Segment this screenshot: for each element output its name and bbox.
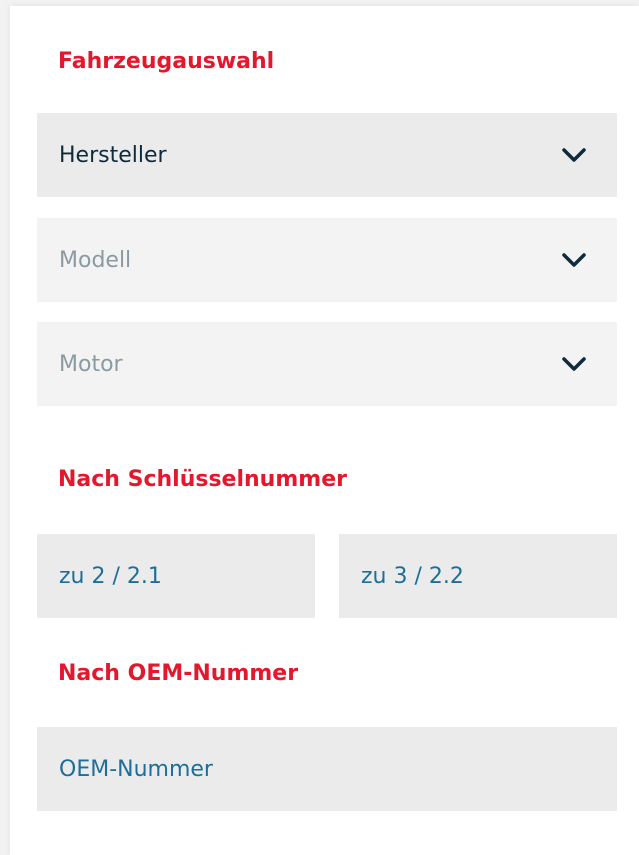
- key-number-field-3-2-placeholder: zu 3 / 2.2: [361, 563, 464, 589]
- chevron-down-icon: [562, 357, 586, 371]
- vehicle-search-panel: Fahrzeugauswahl Hersteller Modell Motor …: [10, 6, 639, 855]
- key-number-field-2-1-placeholder: zu 2 / 2.1: [59, 563, 162, 589]
- oem-number-title: Nach OEM-Nummer: [58, 661, 299, 686]
- key-number-title: Nach Schlüsselnummer: [58, 467, 347, 492]
- chevron-down-icon: [562, 148, 586, 162]
- vehicle-selection-title: Fahrzeugauswahl: [58, 49, 275, 74]
- manufacturer-select-label: Hersteller: [59, 142, 167, 168]
- chevron-down-icon: [562, 253, 586, 267]
- oem-number-input[interactable]: OEM-Nummer: [37, 727, 617, 811]
- key-number-field-2-1[interactable]: zu 2 / 2.1: [37, 534, 315, 618]
- key-number-field-3-2[interactable]: zu 3 / 2.2: [339, 534, 617, 618]
- engine-select-label: Motor: [59, 351, 123, 377]
- manufacturer-select[interactable]: Hersteller: [37, 113, 617, 197]
- oem-number-placeholder: OEM-Nummer: [59, 756, 213, 782]
- engine-select[interactable]: Motor: [37, 322, 617, 406]
- model-select[interactable]: Modell: [37, 218, 617, 302]
- model-select-label: Modell: [59, 247, 132, 273]
